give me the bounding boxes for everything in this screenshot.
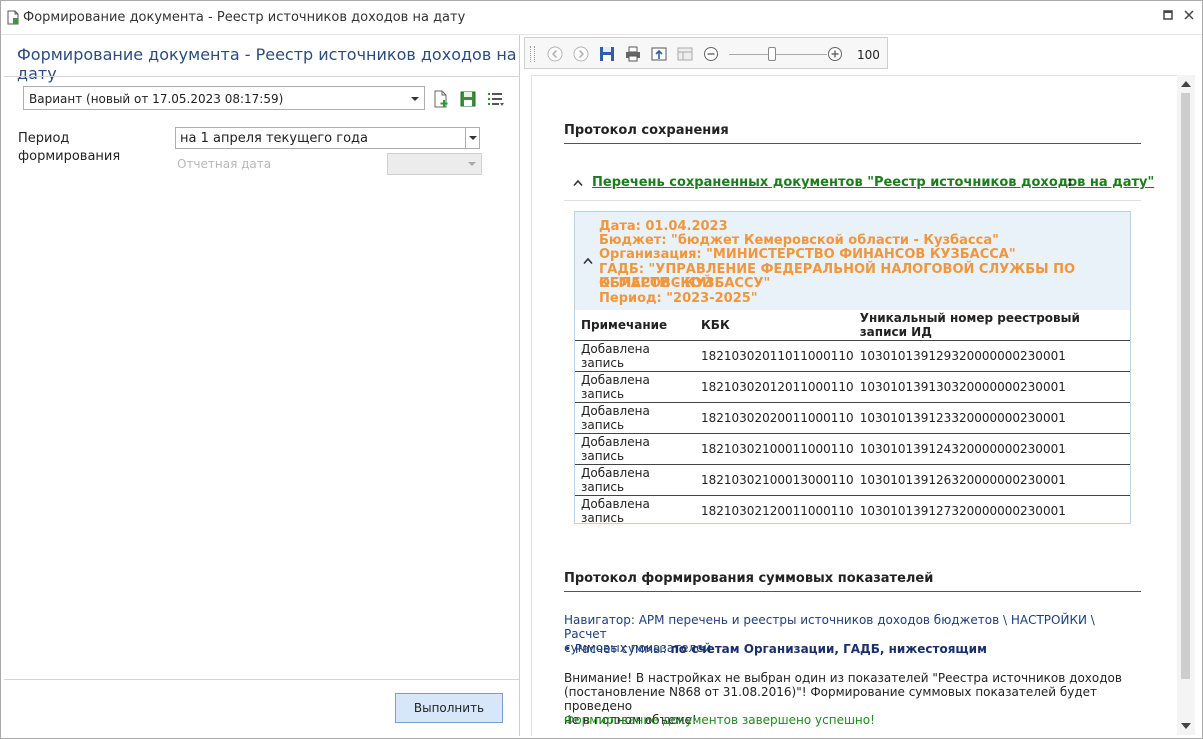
record-id-cell: 103010139127320000000230001 xyxy=(859,504,1066,518)
records-table: Примечание КБК Уникальный номер реестров… xyxy=(575,310,1130,526)
note-cell: Добавлена запись xyxy=(575,340,695,372)
close-button[interactable] xyxy=(1182,9,1196,23)
table-row: Добавлена запись 18210302011011000110 10… xyxy=(575,340,1130,372)
variant-select[interactable]: Вариант (новый от 17.05.2023 08:17:59) xyxy=(23,86,425,110)
group-period: Период: "2023-2025" xyxy=(599,291,758,306)
maximize-icon xyxy=(1163,10,1173,20)
chevron-down-icon xyxy=(469,136,477,140)
period-label: Период формирования xyxy=(18,130,128,166)
print-icon[interactable] xyxy=(625,46,641,62)
warning-line1: Внимание! В настройках не выбран один из… xyxy=(564,671,1122,685)
layout-icon[interactable] xyxy=(677,46,693,62)
zoom-value: 100 xyxy=(857,48,880,62)
column-header: Примечание xyxy=(575,310,695,341)
variant-value: Вариант (новый от 17.05.2023 08:17:59) xyxy=(29,92,284,106)
forward-icon[interactable] xyxy=(573,46,589,62)
table-row: Добавлена запись 18210302020011000110 10… xyxy=(575,402,1130,434)
period-value: на 1 апреля текущего года xyxy=(180,131,368,146)
record-id-cell: 103010139123320000000230001 xyxy=(853,402,1130,434)
note-cell: Добавлена запись xyxy=(581,497,650,525)
scroll-thumb[interactable] xyxy=(1181,93,1190,679)
note-cell: Добавлена запись xyxy=(575,402,695,434)
section-divider xyxy=(564,591,1141,592)
export-icon[interactable] xyxy=(651,46,667,62)
window-title: Формирование документа - Реестр источник… xyxy=(23,10,466,25)
zoom-out-icon[interactable] xyxy=(703,46,719,62)
calc-line: • Расчет суммы: по счетам Организации, Г… xyxy=(564,642,987,656)
group-date: Дата: 01.04.2023 xyxy=(599,219,728,234)
kbk-cell: 18210302100013000110 xyxy=(695,464,854,496)
scroll-up-icon[interactable] xyxy=(1181,81,1191,87)
chevron-down-icon xyxy=(411,97,419,101)
record-id-cell: 103010139124320000000230001 xyxy=(853,433,1130,465)
zoom-slider-track[interactable] xyxy=(729,54,827,55)
column-header: КБК xyxy=(695,310,854,341)
table-row: Добавлена запись 18210302120011000110 10… xyxy=(575,496,1130,527)
record-id-cell: 103010139130320000000230001 xyxy=(853,371,1130,403)
period-select[interactable]: на 1 апреля текущего года xyxy=(175,127,480,149)
navigator-line1: Навигатор: АРМ перечень и реестры источн… xyxy=(564,613,1095,641)
toolbar-grip[interactable] xyxy=(530,46,535,62)
kbk-cell: 18210302100011000110 xyxy=(695,433,854,465)
panel-heading: Формирование документа - Реестр источник… xyxy=(17,45,517,83)
column-header: Уникальный номер реестровый записи ИД xyxy=(853,310,1130,341)
report-viewer: 100 Протокол сохранения Перечень сохране… xyxy=(522,35,1202,736)
run-button[interactable]: Выполнить xyxy=(395,693,503,723)
app-window: Формирование документа - Реестр источник… xyxy=(0,0,1203,739)
report-content: Протокол сохранения Перечень сохраненных… xyxy=(531,75,1177,736)
zoom-slider-thumb[interactable] xyxy=(768,47,776,61)
document-icon xyxy=(7,10,19,25)
save-icon[interactable] xyxy=(599,46,615,62)
vertical-scrollbar[interactable] xyxy=(1177,75,1195,735)
kbk-cell: 18210302120011000110 xyxy=(701,504,854,518)
divider xyxy=(4,76,519,77)
chevron-down-icon xyxy=(468,162,476,166)
document-group: Дата: 01.04.2023 Бюджет: "бюджет Кемеров… xyxy=(574,211,1131,526)
record-id-cell: 103010139126320000000230001 xyxy=(853,464,1130,496)
saved-docs-colon: : xyxy=(1067,175,1073,190)
period-dropdown-button[interactable] xyxy=(465,128,479,148)
divider xyxy=(564,200,1141,201)
calc-value: по счетам Организации, ГАДБ, нижестоящим xyxy=(670,642,987,656)
table-row: Добавлена запись 18210302100011000110 10… xyxy=(575,433,1130,465)
back-icon[interactable] xyxy=(547,46,563,62)
note-cell: Добавлена запись xyxy=(575,371,695,403)
table-header-row: Примечание КБК Уникальный номер реестров… xyxy=(575,310,1130,341)
new-variant-icon[interactable] xyxy=(432,90,450,108)
table-row: Добавлена запись 18210302100013000110 10… xyxy=(575,464,1130,496)
group-header: Дата: 01.04.2023 Бюджет: "бюджет Кемеров… xyxy=(575,212,1130,310)
scroll-down-icon[interactable] xyxy=(1181,723,1191,729)
kbk-cell: 18210302011011000110 xyxy=(695,340,854,372)
report-date-label: Отчетная дата xyxy=(177,157,272,171)
save-protocol-title: Протокол сохранения xyxy=(564,123,729,138)
kbk-cell: 18210302012011000110 xyxy=(695,371,854,403)
chevron-up-icon[interactable] xyxy=(573,179,583,187)
close-icon xyxy=(1184,10,1194,20)
group-organization: Организация: "МИНИСТЕРСТВО ФИНАНСОВ КУЗБ… xyxy=(599,247,1016,262)
success-message: Формирование документов завершено успешн… xyxy=(564,713,875,727)
save-variant-icon[interactable] xyxy=(459,90,477,108)
parameters-panel: Формирование документа - Реестр источник… xyxy=(4,35,520,736)
report-date-select xyxy=(387,153,482,175)
divider xyxy=(4,679,519,680)
viewer-toolbar: 100 xyxy=(524,37,888,69)
kbk-cell: 18210302020011000110 xyxy=(695,402,854,434)
group-budget: Бюджет: "бюджет Кемеровской области - Ку… xyxy=(599,233,999,248)
note-cell: Добавлена запись xyxy=(575,464,695,496)
title-bar: Формирование документа - Реестр источник… xyxy=(1,1,1202,35)
sum-protocol-title: Протокол формирования суммовых показател… xyxy=(564,571,934,586)
record-id-cell: 103010139129320000000230001 xyxy=(853,340,1130,372)
note-cell: Добавлена запись xyxy=(575,433,695,465)
maximize-button[interactable] xyxy=(1161,9,1175,23)
variant-list-icon[interactable] xyxy=(487,90,505,108)
table-row: Добавлена запись 18210302012011000110 10… xyxy=(575,371,1130,403)
calc-label: • Расчет суммы: xyxy=(564,642,671,656)
warning-line2: (постановление N868 от 31.08.2016)"! Фор… xyxy=(564,685,1098,713)
zoom-in-icon[interactable] xyxy=(827,46,843,62)
period-label-text: Период формирования xyxy=(18,131,121,164)
section-divider xyxy=(564,143,1141,144)
group-gadb-line2: ОБЛАСТИ - КУЗБАССУ" xyxy=(599,276,771,291)
chevron-up-icon[interactable] xyxy=(583,257,593,265)
